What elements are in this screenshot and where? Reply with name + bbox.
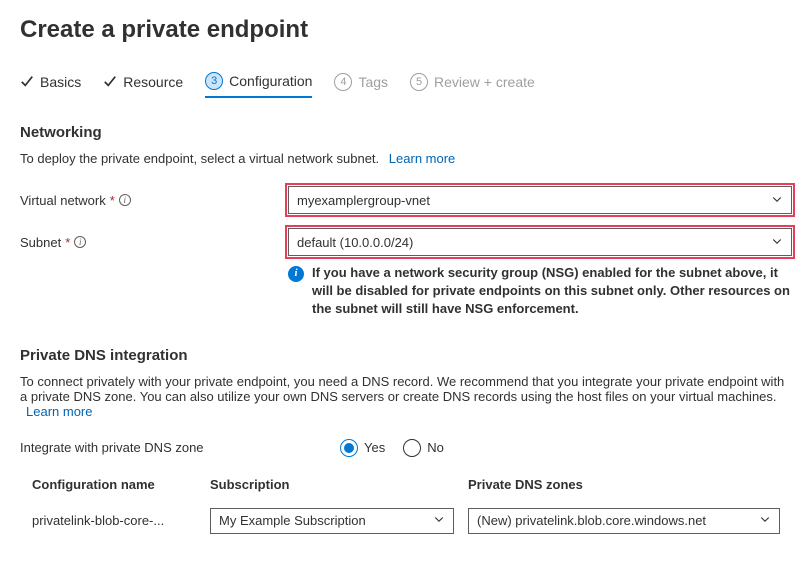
chevron-down-icon [771,193,783,208]
vnet-value: myexamplergroup-vnet [297,193,430,208]
info-icon: i [288,266,304,282]
tab-label: Configuration [229,73,312,89]
col-sub-header: Subscription [210,477,468,492]
section-dns-desc: To connect privately with your private e… [20,374,792,419]
learn-more-link[interactable]: Learn more [26,404,92,419]
info-icon[interactable]: i [74,236,86,248]
tab-tags[interactable]: 4 Tags [334,73,388,97]
dns-table: Configuration name Subscription Private … [20,477,792,540]
radio-label: No [427,440,444,455]
vnet-label: Virtual network * i [20,193,288,208]
step-number-badge: 4 [334,73,352,91]
tab-review[interactable]: 5 Review + create [410,73,535,97]
integrate-radio-group: Yes No [340,439,444,457]
vnet-select[interactable]: myexamplergroup-vnet [288,186,792,214]
wizard-tabs: Basics Resource 3 Configuration 4 Tags 5… [20,72,792,98]
tab-basics[interactable]: Basics [20,74,81,97]
nsg-info-text: If you have a network security group (NS… [312,264,792,319]
required-marker: * [65,235,70,250]
info-icon[interactable]: i [119,194,131,206]
radio-icon [403,439,421,457]
subnet-select[interactable]: default (10.0.0.0/24) [288,228,792,256]
tab-label: Review + create [434,74,535,90]
radio-yes[interactable]: Yes [340,439,385,457]
nsg-info-banner: i If you have a network security group (… [288,264,792,319]
radio-icon [340,439,358,457]
tab-label: Basics [40,74,81,90]
integrate-label: Integrate with private DNS zone [20,440,340,455]
chevron-down-icon [433,513,445,528]
required-marker: * [110,193,115,208]
dns-zone-select[interactable]: (New) privatelink.blob.core.windows.net [468,508,780,534]
subscription-select[interactable]: My Example Subscription [210,508,454,534]
radio-no[interactable]: No [403,439,444,457]
step-number-badge: 5 [410,73,428,91]
step-number-badge: 3 [205,72,223,90]
tab-resource[interactable]: Resource [103,74,183,97]
config-name: privatelink-blob-core-... [32,513,210,528]
section-networking-title: Networking [20,124,792,141]
page-title: Create a private endpoint [20,16,792,44]
chevron-down-icon [771,235,783,250]
tab-configuration[interactable]: 3 Configuration [205,72,312,98]
table-row: privatelink-blob-core-... My Example Sub… [32,502,780,540]
col-config-header: Configuration name [32,477,210,492]
tab-label: Tags [358,74,388,90]
check-icon [20,74,34,91]
col-zone-header: Private DNS zones [468,477,780,492]
radio-label: Yes [364,440,385,455]
subnet-label: Subnet * i [20,235,288,250]
tab-label: Resource [123,74,183,90]
chevron-down-icon [759,513,771,528]
section-dns-title: Private DNS integration [20,347,792,364]
section-networking-desc: To deploy the private endpoint, select a… [20,151,792,166]
subnet-value: default (10.0.0.0/24) [297,235,413,250]
learn-more-link[interactable]: Learn more [389,151,455,166]
check-icon [103,74,117,91]
